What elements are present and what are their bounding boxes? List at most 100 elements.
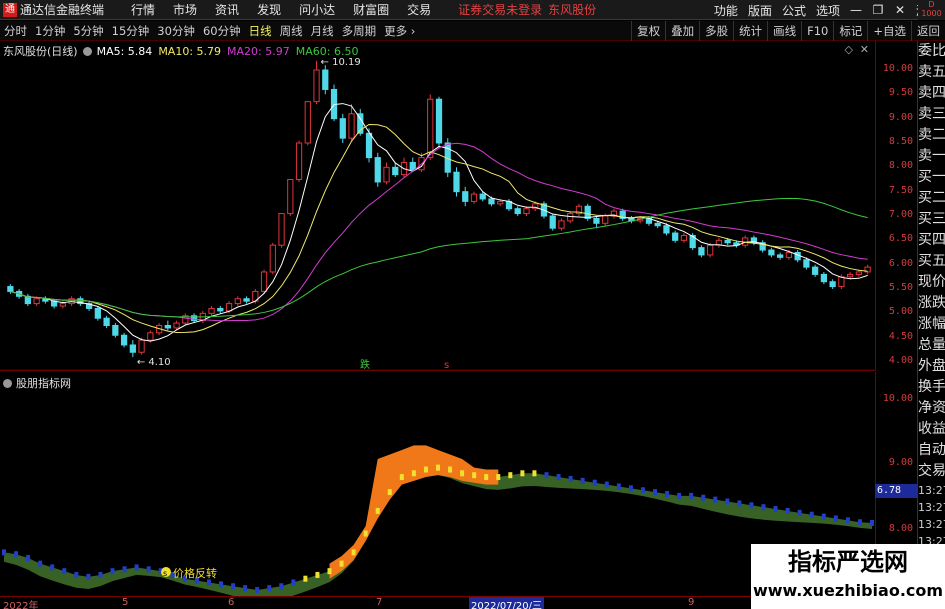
candle-body [33, 298, 40, 305]
period-tab[interactable]: 分时 [0, 23, 31, 39]
indicator-block [2, 549, 6, 556]
period-tabs: 分时 1分钟 5分钟 15分钟 30分钟 60分钟 日线 周线 月线 多周期 更多 › [0, 23, 419, 39]
menu-item-market[interactable]: 行情 [122, 1, 164, 18]
tool-button[interactable]: 多股 [699, 21, 733, 41]
tool-button[interactable]: +自选 [867, 21, 911, 41]
indicator-block [375, 507, 380, 514]
indicator-block [291, 579, 296, 586]
tool-button[interactable]: 标记 [833, 21, 867, 41]
candle-body [120, 334, 128, 346]
menu-item-ask[interactable]: 问小达 [290, 1, 344, 18]
indicator-chart[interactable]: s 价格反转 [0, 372, 876, 596]
indicator-block [845, 517, 850, 524]
ma60-line [10, 197, 868, 318]
quote-field-label: 买二 [918, 190, 945, 206]
quote-field-label: 买四 [918, 232, 945, 248]
tool-button[interactable]: 复权 [631, 21, 665, 41]
candle-body [112, 325, 119, 336]
tick-time: 13:27 [918, 484, 945, 497]
ma-value: MA5: 5.84 [96, 44, 153, 58]
quote-field-label: 自动 [918, 442, 945, 458]
settings-dot-icon[interactable] [82, 46, 92, 56]
tool-button[interactable]: 叠加 [665, 21, 699, 41]
restore-icon[interactable]: ❐ [867, 3, 889, 17]
candle-body [602, 215, 609, 224]
indicator-block [640, 487, 645, 494]
app-logo: 通 [3, 2, 17, 17]
candle-body [374, 157, 381, 183]
kline-panel[interactable]: ← 10.19 ← 4.10 跌 s 东风股份(日线) MA5: 5.84 MA10: … [0, 41, 876, 371]
quote-field-label: 交易 [918, 463, 945, 479]
indicator-block [206, 579, 211, 586]
candle-body [260, 271, 268, 292]
menu-item-function[interactable]: 功能 [709, 2, 743, 19]
indicator-block [833, 515, 838, 522]
menu-item-options[interactable]: 选项 [811, 2, 845, 19]
tick-time: 13:27 [918, 518, 945, 531]
close-icon[interactable]: ✕ [889, 3, 911, 17]
period-tab[interactable]: 周线 [276, 23, 307, 39]
tool-button[interactable]: 返回 [911, 21, 945, 41]
price-tick: 8.00 [888, 160, 913, 172]
maximize-diamond-icon[interactable]: ◇ [845, 43, 853, 56]
cursor-date-label: 2022/07/20/三 [469, 597, 545, 609]
minimize-icon[interactable]: — [845, 3, 867, 17]
indicator-block [484, 474, 489, 481]
panel-close-icon[interactable]: ✕ [860, 43, 869, 56]
quote-field-label: 买五 [918, 253, 945, 269]
ma-value: MA60: 6.50 [295, 44, 359, 58]
menu-item-formula[interactable]: 公式 [777, 2, 811, 19]
ma20-line [10, 142, 868, 322]
indicator-block [448, 466, 453, 473]
menu-item-news[interactable]: 资讯 [206, 1, 248, 18]
tool-button[interactable]: F10 [801, 21, 833, 41]
candle-body [497, 200, 504, 205]
period-tab[interactable]: 月线 [307, 23, 338, 39]
quote-field-label: 换手 [918, 379, 945, 395]
candle-body [7, 286, 14, 292]
indicator-block [472, 472, 477, 479]
quote-side-panel: 委比 卖五 卖四 卖三 卖二 卖一 买一 买二 买三 买四 买五 现价 涨跌 涨幅 总量 外盘 换手 净资 收益 自动… [917, 41, 945, 609]
candle-body [680, 234, 688, 241]
menu-item-wealth[interactable]: 财富圈 [344, 1, 398, 18]
indicator-block [701, 494, 706, 501]
tool-button[interactable]: 画线 [767, 21, 801, 41]
indicator-block [604, 481, 609, 488]
period-tab[interactable]: 5分钟 [69, 23, 107, 39]
period-tab[interactable]: 60分钟 [199, 23, 245, 39]
period-tab[interactable]: 30分钟 [153, 23, 199, 39]
price-tick: 4.50 [888, 330, 913, 342]
more-periods-tab[interactable]: 更多 › [380, 23, 419, 39]
candle-body [453, 171, 460, 193]
indicator-block [568, 475, 573, 482]
menu-item-discover[interactable]: 发现 [248, 1, 290, 18]
broker-status[interactable]: 证券交易未登录 [458, 1, 542, 18]
indicator-settings-icon[interactable] [3, 378, 12, 388]
indicator-block [653, 489, 657, 496]
reversal-label: 价格反转 [173, 566, 217, 580]
menu-item-trade[interactable]: 交易 [398, 1, 440, 18]
period-tab[interactable]: 1分钟 [31, 23, 69, 39]
candle-body [348, 113, 355, 139]
indicator-band [4, 467, 872, 596]
indicator-panel[interactable]: s 价格反转 股朋指标网 [0, 372, 876, 596]
indicator-block [219, 581, 223, 588]
period-tab[interactable]: 多周期 [338, 23, 381, 39]
candle-body [147, 332, 154, 341]
tool-button[interactable]: 统计 [733, 21, 767, 41]
candle-body [654, 222, 661, 227]
side-head-line: D [928, 0, 935, 9]
candle-body [295, 142, 303, 180]
indicator-block [411, 470, 416, 477]
price-tick: 5.50 [888, 282, 913, 293]
period-tab[interactable]: 日线 [245, 23, 276, 39]
price-tick: 7.50 [888, 184, 913, 196]
quote-field-label: 委比 [918, 43, 945, 59]
ma10-line [10, 124, 868, 334]
kline-chart[interactable]: ← 10.19← 4.10 跌 s [0, 41, 876, 371]
period-tab[interactable]: 15分钟 [108, 23, 154, 39]
title-bar: 通 通达信金融终端 行情 市场 资讯 发现 问小达 财富圈 交易 证券交易未登录… [0, 0, 945, 20]
menu-item-layout[interactable]: 版面 [743, 2, 777, 19]
menu-item-board[interactable]: 市场 [164, 1, 206, 18]
quote-field-label: 总量 [918, 337, 945, 353]
